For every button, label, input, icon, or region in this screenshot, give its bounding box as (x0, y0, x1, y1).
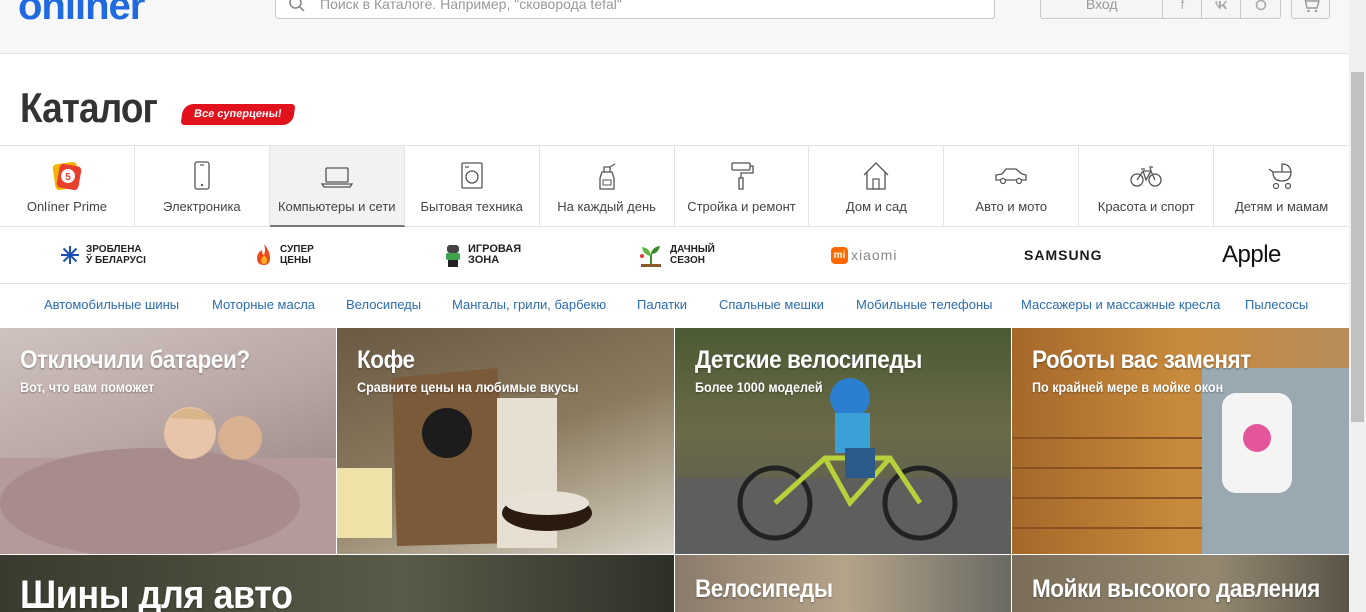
facebook-login-icon[interactable]: f (1163, 0, 1203, 18)
tile-title: Кофе (357, 346, 415, 374)
page-title: Каталог (20, 84, 158, 131)
scrollbar-thumb[interactable] (1351, 72, 1364, 422)
brand-xiaomi[interactable]: mi xiaomi (831, 239, 897, 271)
category-label: Детям и мамам (1234, 199, 1329, 214)
paint-roller-icon (731, 162, 755, 190)
tag-link[interactable]: Палатки (637, 297, 687, 312)
promo-tile-heating[interactable]: Отключили батареи? Вот, что вам поможет (0, 328, 336, 554)
category-electronics[interactable]: Электроника (135, 146, 270, 227)
tag-link[interactable]: Автомобильные шины (44, 297, 179, 312)
spray-bottle-icon (598, 163, 615, 190)
category-label: Стройка и ремонт (687, 199, 796, 214)
tag-link[interactable]: Мангалы, грили, барбекю (452, 297, 606, 312)
brand-apple[interactable]: Apple (1222, 239, 1281, 271)
tile-subtitle: Вот, что вам поможет (20, 379, 155, 395)
category-label: Onlíner Prime (26, 199, 108, 214)
tag-link[interactable]: Мобильные телефоны (856, 297, 993, 312)
category-home-garden[interactable]: Дом и сад (809, 146, 945, 227)
brand-label: xiaomi (851, 247, 898, 263)
category-label: Компьютеры и сети (277, 199, 396, 214)
brand-line: СЕЗОН (670, 255, 706, 266)
tile-subtitle: Сравните цены на любимые вкусы (357, 379, 579, 395)
snowflake-icon (61, 246, 79, 264)
cart-button[interactable] (1291, 0, 1330, 19)
promo-tile-coffee[interactable]: Кофе Сравните цены на любимые вкусы (337, 328, 674, 554)
prime-icon: 5 (52, 161, 82, 191)
tile-title: Шины для авто (20, 573, 293, 612)
tag-link[interactable]: Велосипеды (346, 297, 421, 312)
brand-strip: ЗРОБЛЕНА Ў БЕЛАРУСІ СУПЕР ЦЕНЫ ИГРОВАЯ ЗОНА… (0, 227, 1349, 284)
brand-made-in-belarus[interactable]: ЗРОБЛЕНА Ў БЕЛАРУСІ (60, 239, 146, 271)
cart-icon (1304, 0, 1320, 12)
super-prices-badge[interactable]: Все суперцены! (180, 104, 296, 125)
brand-line: ЦЕНЫ (280, 255, 311, 266)
promo-tile-tires[interactable]: Шины для авто (0, 555, 674, 612)
tag-link[interactable]: Массажеры и массажные кресла (1021, 297, 1220, 312)
tile-subtitle: По крайней мере в мойке окон (1032, 379, 1224, 395)
brand-label: Apple (1222, 241, 1281, 268)
brand-label: SAMSUNG (1024, 247, 1103, 263)
promo-tile-robots[interactable]: Роботы вас заменят По крайней мере в мой… (1012, 328, 1349, 554)
promo-tile-pressure-washers[interactable]: Мойки высокого давления (1012, 555, 1349, 612)
category-construction[interactable]: Стройка и ремонт (675, 146, 810, 227)
phone-icon (194, 161, 210, 190)
login-button[interactable]: Вход (1041, 0, 1164, 18)
brand-line: СУПЕР (280, 244, 314, 255)
category-nav: 5 Onlíner Prime Электроника Компьютеры и… (0, 145, 1349, 227)
auth-bar: Вход f (1040, 0, 1281, 19)
car-icon (995, 168, 1027, 185)
search-placeholder: Поиск в Каталоге. Например, "сковорода t… (320, 0, 622, 12)
tile-subtitle: Более 1000 моделей (695, 379, 823, 395)
tile-title: Отключили батареи? (20, 346, 250, 374)
seedling-icon (640, 246, 661, 267)
brand-super-prices[interactable]: СУПЕР ЦЕНЫ (254, 239, 314, 271)
tile-title: Велосипеды (695, 575, 833, 603)
stroller-icon (1268, 163, 1292, 190)
gamer-icon (446, 245, 460, 267)
promo-tile-kids-bikes[interactable]: Детские велосипеды Более 1000 моделей (675, 328, 1011, 554)
category-label: Бытовая техника (420, 199, 523, 214)
brand-samsung[interactable]: SAMSUNG (1024, 239, 1103, 271)
brand-line: ДАЧНЫЙ (670, 244, 715, 255)
promo-tile-bicycles[interactable]: Велосипеды (675, 555, 1011, 612)
category-label: Красота и спорт (1097, 199, 1195, 214)
search-icon (289, 0, 305, 12)
brand-line: ЗОНА (468, 254, 500, 266)
house-icon (863, 162, 889, 190)
tile-title: Роботы вас заменят (1032, 346, 1251, 374)
category-label: Электроника (163, 199, 241, 214)
onliner-logo[interactable]: onliner (18, 0, 145, 29)
category-label: На каждый день (557, 199, 656, 214)
category-everyday[interactable]: На каждый день (540, 146, 675, 227)
google-login-icon[interactable] (1241, 0, 1280, 18)
tile-title: Мойки высокого давления (1032, 575, 1320, 603)
site-header: onliner Поиск в Каталоге. Например, "ско… (0, 0, 1349, 54)
brand-line: ЗРОБЛЕНА (86, 244, 142, 255)
category-onliner-prime[interactable]: 5 Onlíner Prime (0, 146, 135, 227)
washer-icon (461, 162, 483, 189)
tag-link[interactable]: Моторные масла (212, 297, 315, 312)
bicycle-icon (1130, 166, 1162, 187)
laptop-icon (320, 167, 353, 188)
category-kids-moms[interactable]: Детям и мамам (1214, 146, 1349, 227)
brand-gaming-zone[interactable]: ИГРОВАЯ ЗОНА (444, 239, 521, 271)
popular-tags: Автомобильные шины Моторные масла Велоси… (0, 284, 1349, 328)
vk-login-icon[interactable] (1202, 0, 1242, 18)
brand-line: Ў БЕЛАРУСІ (86, 255, 146, 266)
category-computers[interactable]: Компьютеры и сети (269, 146, 405, 227)
svg-text:5: 5 (65, 172, 71, 183)
tag-link[interactable]: Пылесосы (1245, 297, 1308, 312)
category-auto-moto[interactable]: Авто и мото (944, 146, 1080, 227)
flame-icon (257, 244, 270, 265)
category-label: Дом и сад (845, 199, 907, 214)
category-label: Авто и мото (975, 199, 1048, 214)
xiaomi-logo: mi (831, 246, 848, 264)
category-beauty-sport[interactable]: Красота и спорт (1079, 146, 1215, 227)
brand-dacha-season[interactable]: ДАЧНЫЙ СЕЗОН (638, 239, 715, 271)
catalog-search-input[interactable]: Поиск в Каталоге. Например, "сковорода t… (275, 0, 995, 19)
tile-title: Детские велосипеды (695, 346, 922, 374)
tag-link[interactable]: Спальные мешки (719, 297, 824, 312)
page-scrollbar[interactable] (1349, 0, 1366, 612)
category-appliances[interactable]: Бытовая техника (405, 146, 540, 227)
